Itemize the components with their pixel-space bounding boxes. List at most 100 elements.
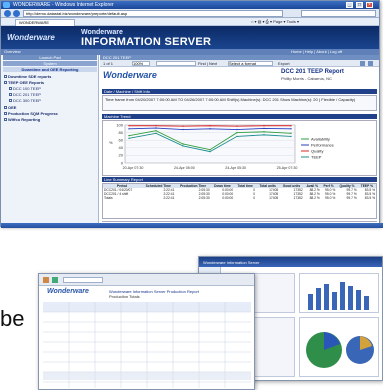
data-point [182,143,184,145]
pie-charts [306,332,374,368]
close-button[interactable]: × [366,2,373,8]
table-section-header: Line Summary Report [102,177,377,182]
window-title: WONDERWARE - Windows Internet Explorer [13,2,114,8]
page-select[interactable] [63,277,103,283]
mini-bar-chart [308,282,369,310]
command-bar[interactable]: ⌂ ▾ ▤ ▾ ⎙ ▾ Page ▾ Tools ▾ [251,19,299,24]
y-tick-label: 80 [119,130,124,135]
app-banner: Wonderware Wonderware INFORMATION SERVER [1,26,379,49]
data-point [209,150,211,153]
sidebar-item-wiffco[interactable]: Wiffco Reporting [4,117,40,122]
report-title: DCC 201 TEEP Report [281,69,344,75]
sidebar-item-teep[interactable]: TEEP OEE Reports [4,80,44,85]
report-subtitle: Phillip Morris - Cabarrus, NC [281,76,332,81]
x-tick-label: 24-Apr 05:00 [174,166,195,170]
caption-text: be [0,306,25,331]
find-next-link[interactable]: Find | Next [198,61,217,66]
table-cell: Totals [104,196,113,200]
dashboard-pie-panel [299,317,379,377]
data-point [263,127,265,130]
plot-area [124,124,296,164]
table-cell: 17352 [293,196,303,200]
data-point [236,128,238,131]
print-icon[interactable] [368,61,373,66]
dashboard-bar-chart [299,273,379,313]
summary-table-box: Period Scheduled Time Production Time Down … [102,183,377,219]
data-point [128,134,130,137]
trend-chart: 100 80 60 40 20 0% 20-Apr 07:30 24-Apr 05:00 24-… [109,122,335,170]
refresh-icon[interactable] [360,61,365,66]
browser-window: WONDERWARE - Windows Internet Explorer _… [0,0,383,228]
format-select[interactable]: Select a format [228,61,273,66]
table-cell: 0:00:00 [222,196,234,200]
data-point [128,137,130,139]
export-link[interactable]: Export [278,61,290,66]
title-bar: WONDERWARE - Windows Internet Explorer _… [1,1,379,9]
sidebar-item-dcc201[interactable]: DCC 201 TEEP [9,92,41,97]
sidebar-item-dcc300[interactable]: DCC 300 TEEP [9,98,41,103]
sidebar-item-production[interactable]: Production SQM Progress [4,111,58,116]
table-cell: 88.2 % [309,196,320,200]
wonderware-logo: Wonderware [7,33,55,42]
data-point [263,131,265,133]
folder-icon [4,118,7,122]
system-header[interactable]: System [3,61,97,66]
data-point [290,135,292,138]
legend-label: Performance [311,142,335,147]
y-tick-label: 60 [119,138,124,143]
zoom-select[interactable]: 100% [132,61,150,66]
top-links[interactable]: Home | Help | About | Log off [291,49,342,54]
export-icon[interactable] [52,277,58,283]
legend-label: Availability [311,136,330,141]
x-tick-label: 25-Apr 07:30 [277,166,298,170]
legend-label: TEEP [311,154,322,159]
sheet-subtitle: Production Totals [109,294,140,299]
forward-icon[interactable] [13,10,20,17]
data-point [263,125,265,127]
sidebar-item-dcc100[interactable]: DCC 100 TEEP [9,86,41,91]
data-point [290,132,292,135]
print-icon[interactable] [43,277,49,283]
data-point [128,128,130,130]
sidebar-item-oee[interactable]: OEE [4,105,16,110]
sidebar-item-downtime[interactable]: Downtime SDE reports [4,74,51,79]
group-header[interactable]: Downtime and OEE Reporting [3,67,97,72]
dashboard-header: Wonderware Information Server [199,257,382,267]
minimize-button[interactable]: _ [346,2,353,8]
folder-icon [4,106,7,110]
address-bar: http://demo.datastat.biz/wonderware/prep… [1,9,379,18]
report-icon [9,99,12,103]
back-icon[interactable] [4,10,11,17]
table-cell: 95.0 % [325,196,336,200]
data-point [155,130,157,132]
sheet-logo: Wonderware [47,288,89,295]
search-input[interactable] [301,10,376,17]
y-axis-label: % [109,140,113,145]
report-window-toolbar [39,274,254,286]
report-icon [9,93,12,97]
product-name: INFORMATION SERVER [81,36,212,48]
url-input[interactable]: http://demo.datastat.biz/wonderware/prep… [23,10,283,17]
tab-wonderware[interactable]: WONDERWARE [15,19,75,26]
selection-info: Time frame from 04/20/2007 7:00:00 AM TO… [102,95,377,111]
table-row: Totals 2:22:41 2:05:30 0:00:00 0 17405 17352 88… [103,196,376,200]
table-cell: 17405 [269,196,279,200]
maximize-button[interactable]: □ [356,2,363,8]
report-logo: Wonderware [103,70,157,80]
nav-strip-left: Overview [4,49,21,54]
folder-icon [4,112,7,116]
data-point [182,125,184,127]
data-point [209,125,211,127]
page-indicator[interactable]: 1 of 1 [103,61,113,66]
data-point [182,145,184,147]
table-cell: 2:05:30 [198,196,210,200]
data-point [290,128,292,130]
report-panel: DCC 201 TEEP 1 of 1 100% Find | Next Sel… [100,55,379,227]
y-tick-label: 40 [119,145,124,150]
find-input[interactable] [156,61,196,66]
selection-section-header: Date / Machine / Shift Info [102,89,377,94]
data-point [182,128,184,131]
y-tick-label: 20 [119,153,124,158]
data-point [209,128,211,130]
summary-table: Period Scheduled Time Production Time Down … [103,184,376,200]
